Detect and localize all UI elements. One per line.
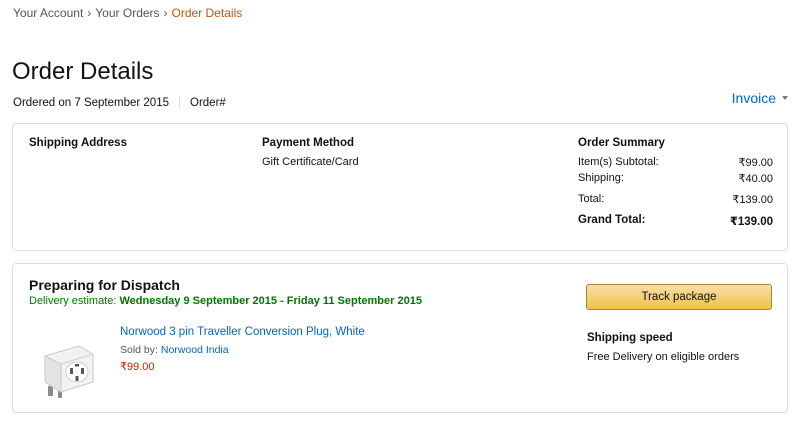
summary-value: ₹40.00 (738, 173, 773, 185)
breadcrumb-separator: › (163, 6, 168, 20)
order-summary-title: Order Summary (578, 137, 665, 149)
shipping-address-title: Shipping Address (29, 137, 127, 149)
order-meta: Ordered on 7 September 2015 Order# (13, 96, 226, 109)
track-package-button[interactable]: Track package (586, 284, 772, 310)
seller-link[interactable]: Norwood India (161, 344, 229, 356)
summary-label: Shipping: (578, 172, 624, 184)
summary-value: ₹139.00 (729, 216, 773, 228)
summary-label: Grand Total: (578, 214, 646, 226)
payment-method-value: Gift Certificate/Card (262, 156, 359, 168)
shipment-card: Preparing for Dispatch Delivery estimate… (12, 263, 788, 413)
shipping-speed-text: Free Delivery on eligible orders (587, 351, 740, 363)
payment-method-title: Payment Method (262, 137, 355, 149)
order-number-label: Order# (190, 97, 226, 109)
summary-label: Item(s) Subtotal: (578, 156, 659, 168)
summary-value: ₹99.00 (738, 157, 773, 169)
breadcrumb: Your Account › Your Orders › Order Details (13, 6, 242, 20)
meta-divider (179, 96, 180, 108)
ordered-date: Ordered on 7 September 2015 (13, 97, 169, 109)
sold-by-label: Sold by: (120, 344, 158, 356)
order-info-card: Shipping Address Payment Method Gift Cer… (12, 123, 788, 251)
summary-label: Total: (578, 193, 605, 205)
delivery-estimate-label: Delivery estimate: (29, 295, 117, 307)
delivery-estimate-dates: Wednesday 9 September 2015 - Friday 11 S… (119, 295, 422, 307)
delivery-estimate: Delivery estimate: Wednesday 9 September… (29, 295, 422, 307)
shipment-status: Preparing for Dispatch (29, 277, 180, 293)
breadcrumb-your-account[interactable]: Your Account (13, 6, 83, 20)
product-image[interactable] (39, 334, 99, 406)
chevron-down-icon (782, 96, 788, 100)
product-name-link[interactable]: Norwood 3 pin Traveller Conversion Plug,… (120, 326, 365, 338)
shipping-speed-title: Shipping speed (587, 332, 673, 344)
breadcrumb-separator: › (87, 6, 92, 20)
summary-value: ₹139.00 (732, 194, 773, 206)
invoice-label: Invoice (731, 90, 776, 106)
sold-by: Sold by: Norwood India (120, 344, 229, 356)
plug-adapter-image (44, 345, 94, 398)
page-title: Order Details (12, 58, 154, 85)
product-price: ₹99.00 (120, 361, 155, 373)
invoice-dropdown[interactable]: Invoice (732, 90, 788, 106)
breadcrumb-your-orders[interactable]: Your Orders (95, 6, 159, 20)
breadcrumb-current: Order Details (171, 6, 243, 20)
